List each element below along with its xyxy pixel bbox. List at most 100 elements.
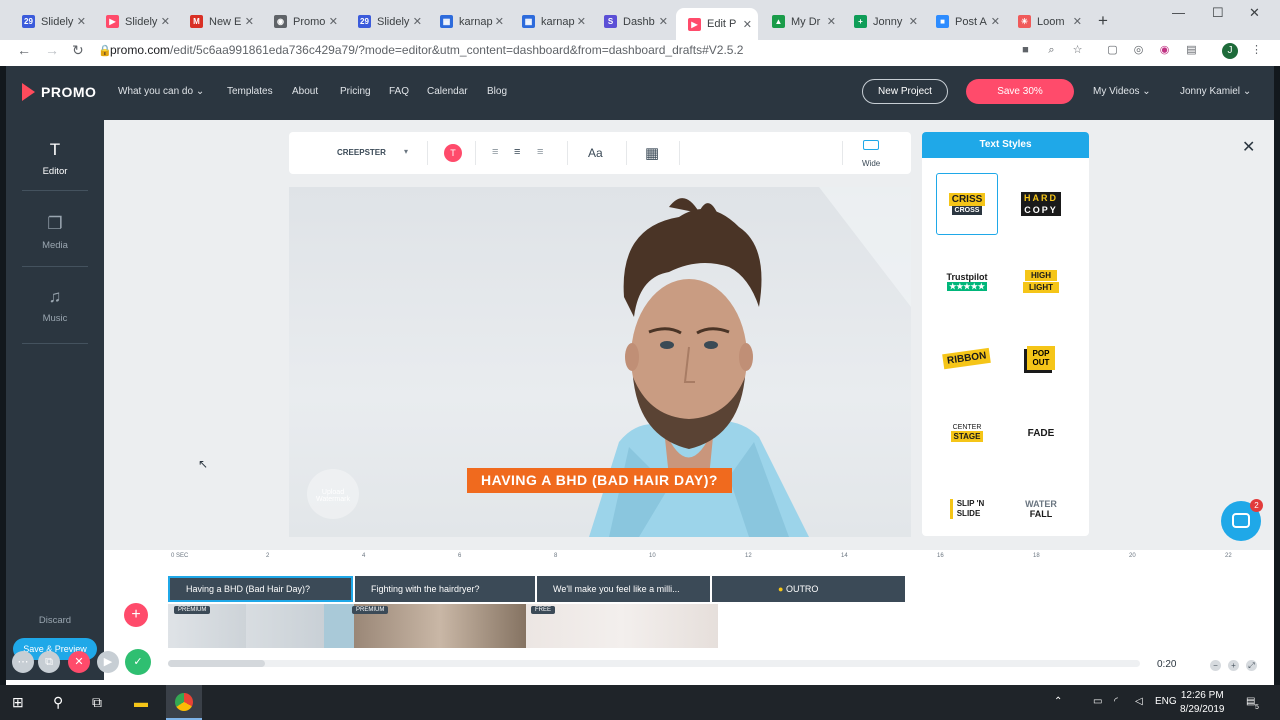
aspect-ratio-button[interactable]: Wide — [862, 140, 880, 171]
close-tab-icon[interactable]: ✕ — [991, 15, 1000, 28]
nav-about[interactable]: About — [292, 86, 318, 97]
browser-tab[interactable]: + Jonny ✕ — [842, 8, 924, 35]
browser-tab[interactable]: 29 Slidely ✕ — [10, 8, 92, 35]
volume-icon[interactable]: ◁ — [1135, 696, 1143, 707]
upload-watermark[interactable]: Upload Watermark — [307, 469, 359, 519]
grid-icon[interactable]: ▦ — [645, 144, 659, 162]
close-tab-icon[interactable]: ✕ — [1073, 15, 1082, 28]
nav-templates[interactable]: Templates — [227, 86, 273, 97]
wifi-icon[interactable]: ◜ — [1114, 696, 1118, 707]
close-tab-icon[interactable]: ✕ — [909, 15, 918, 28]
close-tab-icon[interactable]: ✕ — [743, 18, 752, 31]
nav-blog[interactable]: Blog — [487, 86, 507, 97]
style-slip-n-slide[interactable]: SLIP 'N SLIDE — [936, 478, 998, 536]
sidebar-item-music[interactable]: ♫ Music — [6, 287, 104, 324]
new-tab-icon[interactable]: + — [1098, 11, 1108, 31]
extension-icon[interactable]: ▤ — [1185, 44, 1198, 57]
tray-expand-icon[interactable]: ⌃ — [1054, 696, 1062, 707]
browser-tab[interactable]: 29 Slidely ✕ — [346, 8, 428, 35]
media-thumbnail[interactable] — [246, 604, 324, 648]
taskbar-chrome[interactable] — [166, 685, 202, 720]
style-trustpilot[interactable]: Trustpilot ★★★★★ — [936, 250, 998, 312]
style-ribbon[interactable]: RIBBON — [936, 327, 998, 389]
close-tab-icon[interactable]: ✕ — [827, 15, 836, 28]
user-menu[interactable]: Jonny Kamiel ⌄ — [1180, 86, 1251, 97]
file-explorer-icon[interactable]: ▬ — [134, 694, 148, 710]
close-tab-icon[interactable]: ✕ — [161, 15, 170, 28]
close-tab-icon[interactable]: ✕ — [329, 15, 338, 28]
browser-tab[interactable]: M New E ✕ — [178, 8, 260, 35]
system-clock[interactable]: 12:26 PM 8/29/2019 — [1180, 689, 1225, 717]
close-panel-icon[interactable]: ✕ — [1242, 137, 1255, 157]
more-icon[interactable]: ⋯ — [12, 651, 34, 673]
zoom-out-icon[interactable]: − — [1210, 660, 1221, 671]
battery-icon[interactable]: ▭ — [1093, 696, 1102, 707]
extension-icon[interactable]: ◎ — [1132, 44, 1145, 57]
zoom-in-icon[interactable]: + — [1228, 660, 1239, 671]
delete-icon[interactable]: ✕ — [68, 651, 90, 673]
browser-tab[interactable]: ▦ karnap ✕ — [510, 8, 592, 35]
nav-calendar[interactable]: Calendar — [427, 86, 468, 97]
browser-menu-icon[interactable]: ⋮ — [1250, 44, 1263, 57]
windows-start-icon[interactable]: ⊞ — [12, 694, 24, 711]
nav-what-you-can-do[interactable]: What you can do ⌄ — [118, 86, 204, 97]
discard-button[interactable]: Discard — [6, 615, 104, 626]
close-tab-icon[interactable]: ✕ — [245, 15, 254, 28]
confirm-icon[interactable]: ✓ — [125, 649, 151, 675]
video-canvas[interactable]: Upload Watermark HAVING A BHD (BAD HAIR … — [289, 187, 911, 537]
timeline-segment[interactable]: We'll make you feel like a milli... — [537, 576, 710, 602]
url-field[interactable]: promo.com/edit/5c6aa991861eda736c429a79/… — [110, 43, 743, 57]
search-icon[interactable]: ⚲ — [53, 694, 63, 711]
forward-icon[interactable]: → — [45, 42, 59, 58]
nav-faq[interactable]: FAQ — [389, 86, 409, 97]
align-left-icon[interactable]: ≡ — [492, 146, 498, 158]
align-right-icon[interactable]: ≡ — [537, 146, 543, 158]
support-chat-button[interactable]: 2 — [1221, 499, 1263, 541]
browser-tab[interactable]: ◉ Promo ✕ — [262, 8, 344, 35]
style-criss-cross[interactable]: CRISS CROSS — [936, 173, 998, 235]
sidebar-item-media[interactable]: ❐ Media — [6, 214, 104, 251]
media-thumbnail[interactable] — [324, 604, 354, 648]
reload-icon[interactable]: ↻ — [72, 42, 84, 59]
nav-pricing[interactable]: Pricing — [340, 86, 371, 97]
style-center-stage[interactable]: CENTER STAGE — [936, 402, 998, 464]
profile-avatar[interactable]: J — [1222, 43, 1238, 59]
fit-icon[interactable]: ⤢ — [1246, 660, 1257, 671]
style-water-fall[interactable]: WATER FALL — [1010, 478, 1072, 536]
timeline-segment[interactable]: Fighting with the hairdryer? — [355, 576, 535, 602]
browser-tab[interactable]: ■ Post A ✕ — [924, 8, 1006, 35]
minimize-icon[interactable]: — — [1172, 5, 1185, 20]
close-tab-icon[interactable]: ✕ — [495, 15, 504, 28]
language-indicator[interactable]: ENG — [1155, 696, 1177, 707]
browser-tab[interactable]: ▦ karnap ✕ — [428, 8, 510, 35]
play-icon[interactable]: ▶ — [97, 651, 119, 673]
close-window-icon[interactable]: ✕ — [1249, 5, 1260, 21]
save-30-button[interactable]: Save 30% — [966, 79, 1074, 104]
font-select[interactable]: CREEPSTER — [337, 148, 386, 157]
timeline-scrollbar[interactable] — [168, 660, 1140, 667]
browser-tab[interactable]: ▲ My Dr ✕ — [760, 8, 842, 35]
close-tab-icon[interactable]: ✕ — [577, 15, 586, 28]
scrollbar-thumb[interactable] — [168, 660, 265, 667]
browser-tab-active[interactable]: ▶ Edit P ✕ — [676, 8, 758, 40]
timeline-segment[interactable]: Having a BHD (Bad Hair Day)? — [168, 576, 353, 602]
text-color-swatch[interactable]: T — [444, 144, 462, 162]
chevron-down-icon[interactable]: ▾ — [404, 147, 408, 156]
style-high-light[interactable]: HIGH LIGHT — [1010, 250, 1072, 312]
zoom-icon[interactable]: ⌕ — [1045, 44, 1058, 57]
timeline-segment-outro[interactable]: ● OUTRO — [712, 576, 905, 602]
style-pop-out[interactable]: POP OUT — [1010, 327, 1072, 389]
browser-tab[interactable]: ✳ Loom ✕ — [1006, 8, 1088, 35]
task-view-icon[interactable]: ⧉ — [92, 694, 102, 711]
extension-icon[interactable]: ▢ — [1106, 44, 1119, 57]
style-fade[interactable]: FADE — [1010, 402, 1072, 464]
back-icon[interactable]: ← — [17, 42, 31, 58]
new-project-button[interactable]: New Project — [862, 79, 948, 104]
promo-logo[interactable]: PROMO — [22, 83, 96, 101]
my-videos-menu[interactable]: My Videos ⌄ — [1093, 86, 1151, 97]
style-hard-copy[interactable]: HARD COPY — [1010, 173, 1072, 235]
caption-text[interactable]: HAVING A BHD (BAD HAIR DAY)? — [467, 468, 732, 493]
close-tab-icon[interactable]: ✕ — [659, 15, 668, 28]
sidebar-item-editor[interactable]: T Editor — [6, 140, 104, 177]
close-tab-icon[interactable]: ✕ — [77, 15, 86, 28]
